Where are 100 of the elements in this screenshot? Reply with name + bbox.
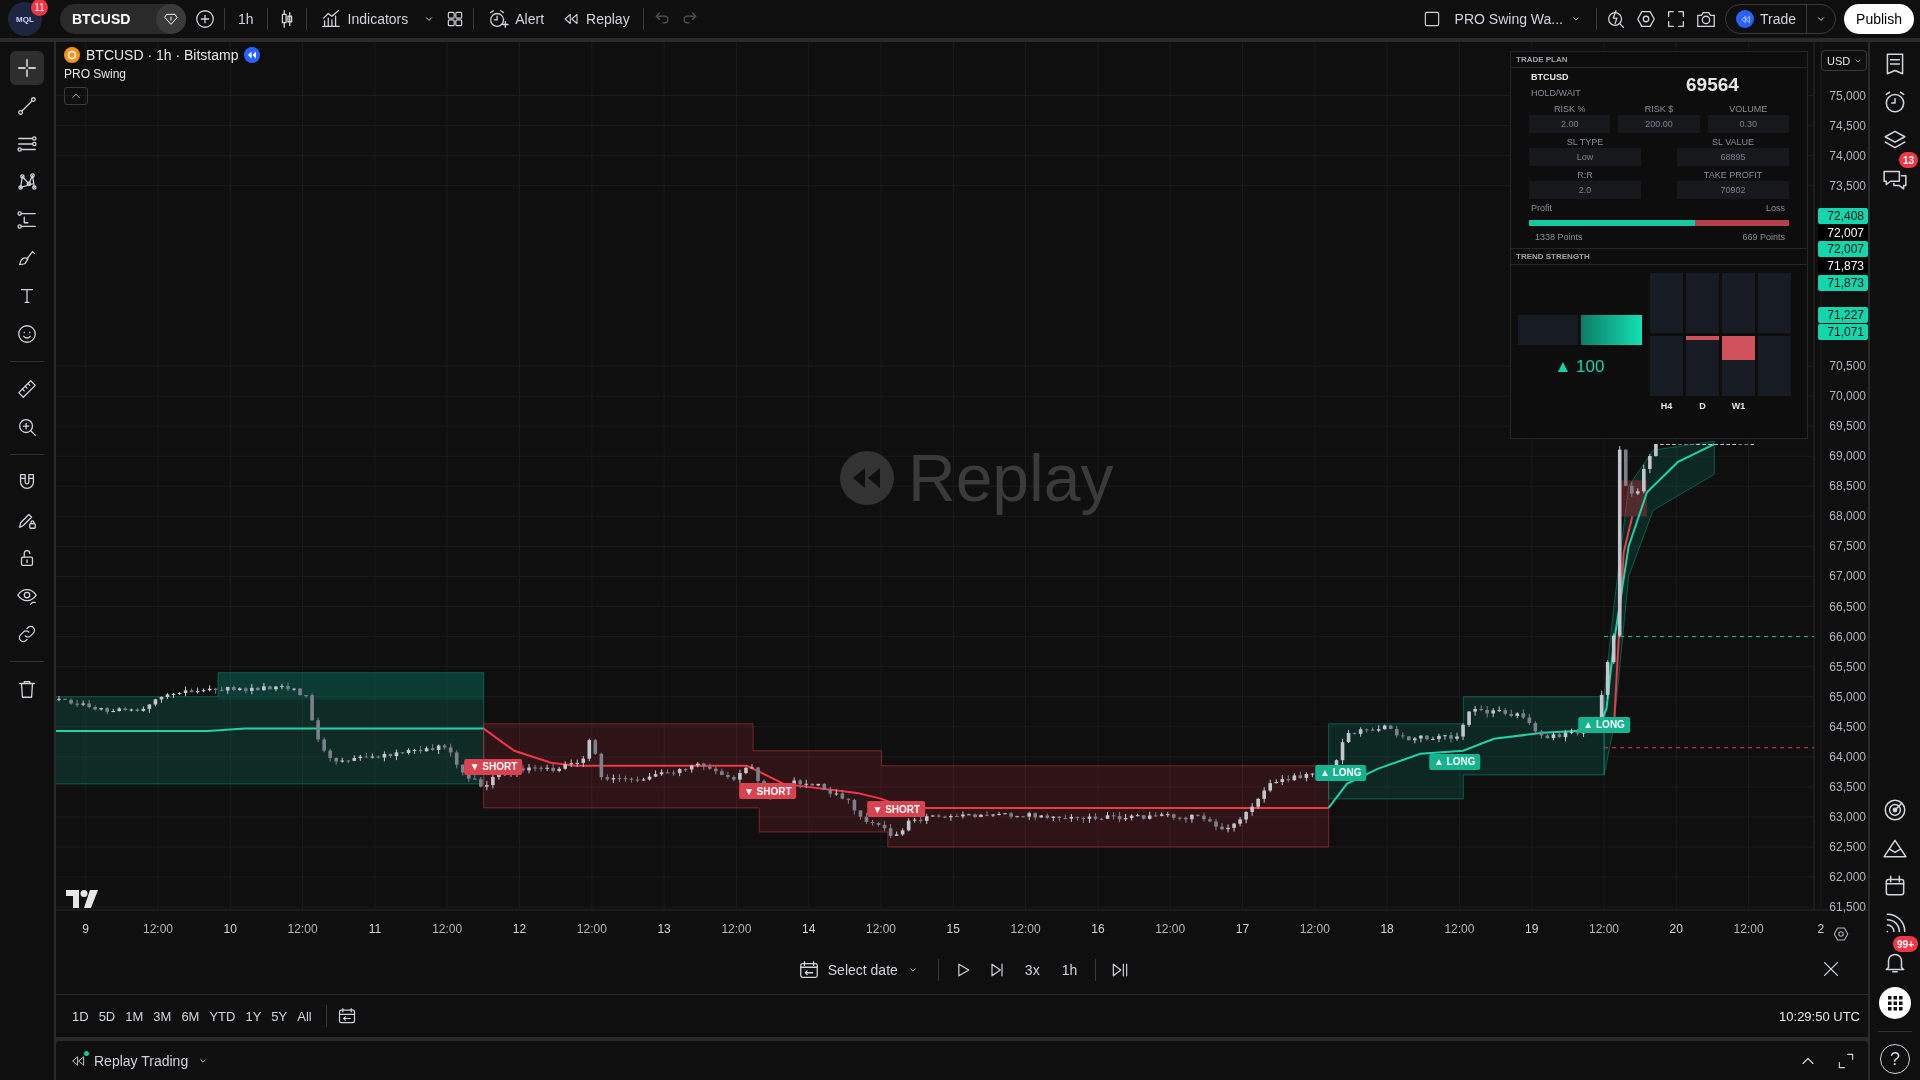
time-axis-label: 13 (656, 922, 672, 936)
currency-dropdown[interactable]: USD (1821, 50, 1867, 71)
range-button[interactable]: YTD (205, 1003, 240, 1029)
field-value: Low (1529, 148, 1641, 166)
signal-label: ▲ LONG (1315, 764, 1367, 781)
range-button[interactable]: 5D (94, 1003, 120, 1029)
notification-badge: 11 (31, 0, 48, 16)
price-axis-label: 61,500 (1828, 900, 1867, 915)
price-axis-label: 73,500 (1828, 178, 1867, 193)
range-button[interactable]: 1D (68, 1003, 93, 1029)
time-axis-label: 15 (945, 922, 961, 936)
field-label: RISK $ (1643, 103, 1675, 115)
replay-button[interactable]: Replay (557, 4, 635, 34)
price-axis-label: 65,000 (1828, 689, 1867, 704)
time-axis-label: 12:00 (286, 922, 319, 936)
time-axis-label: 18 (1379, 922, 1395, 936)
price-axis-label: 70,500 (1828, 359, 1867, 374)
time-axis-label: 16 (1090, 922, 1106, 936)
time-axis-label: 10 (222, 922, 238, 936)
timeframe-label: W1 (1730, 401, 1747, 413)
signal-label: ▼ SHORT (867, 801, 926, 818)
field-value: 200.00 (1618, 115, 1700, 133)
signal-label: ▲ LONG (1428, 753, 1481, 770)
field-value: 2.00 (1529, 115, 1611, 133)
profit-label: Profit (1531, 203, 1552, 213)
price-axis-label: 66,000 (1828, 629, 1867, 644)
range-button[interactable]: 1Y (241, 1003, 266, 1029)
field-label: SL TYPE (1565, 136, 1605, 148)
price-axis-label: 70,000 (1828, 389, 1867, 404)
price-axis-label: 63,000 (1828, 809, 1867, 824)
price-axis-label: 66,500 (1828, 599, 1867, 614)
range-button[interactable]: 6M (177, 1003, 204, 1029)
range-button[interactable]: 5Y (267, 1003, 292, 1029)
select-date-button[interactable]: Select date (793, 954, 924, 985)
signal-label: ▲ LONG (1578, 716, 1630, 733)
price-label: 71,873 (1818, 258, 1868, 274)
field-value: 70902 (1677, 181, 1789, 199)
indicator-name: PRO Swing (64, 67, 127, 81)
price-axis-label: 63,500 (1828, 779, 1867, 794)
timeframe-label: D (1698, 401, 1707, 413)
range-button[interactable]: 3M (149, 1003, 176, 1029)
time-axis-label: 17 (1234, 922, 1251, 936)
price-axis-label: 69,500 (1828, 419, 1867, 434)
speed-button[interactable]: 3x (1020, 954, 1044, 985)
price-axis-label: 67,500 (1828, 539, 1867, 554)
layout-name-button[interactable]: PRO Swing Wa... (1449, 4, 1588, 34)
time-axis-label: 12:00 (1588, 922, 1620, 936)
price-axis-label: 62,500 (1828, 840, 1867, 854)
signal-label: ▼ SHORT (738, 783, 797, 799)
symbol-label: BTCUSD (1531, 72, 1570, 82)
indicators-button[interactable]: Indicators (314, 4, 414, 34)
price-axis-label: 69,000 (1828, 449, 1867, 464)
replay-trading-tab[interactable]: Replay Trading (94, 1046, 211, 1075)
price-axis-label: 62,000 (1828, 870, 1867, 885)
publish-button[interactable]: Publish (1844, 4, 1914, 34)
time-axis-label: 12:00 (865, 922, 897, 936)
time-axis-label: 12:00 (431, 922, 464, 936)
time-axis-label: 12:00 (1154, 922, 1187, 936)
loss-label: Loss (1766, 203, 1785, 213)
panel-title: TRADE PLAN (1511, 52, 1807, 68)
panel-title: TREND STRENGTH (1511, 248, 1807, 265)
field-value: 68895 (1677, 148, 1789, 166)
profit-points: 1338 Points (1535, 232, 1583, 242)
loss-points: 669 Points (1742, 232, 1785, 242)
price-label: 72,007 (1818, 225, 1868, 241)
price-axis-label: 68,500 (1828, 479, 1867, 494)
price-label: 71,873 (1818, 275, 1868, 291)
range-button[interactable]: 1M (121, 1003, 148, 1029)
field-label: VOLUME (1728, 103, 1769, 115)
field-label: TAKE PROFIT (1702, 169, 1764, 181)
field-value: 0.30 (1707, 115, 1789, 133)
range-button[interactable]: All (293, 1003, 316, 1029)
time-axis-label: 9 (81, 922, 91, 936)
interval-button[interactable]: 1h (1057, 954, 1082, 985)
price-axis-label: 74,000 (1828, 148, 1867, 163)
symbol-title: BTCUSD · 1h · Bitstamp (86, 47, 239, 63)
time-axis-label: 12:00 (575, 922, 608, 936)
field-label: R:R (1576, 169, 1594, 181)
entry-price: 69564 (1685, 74, 1740, 96)
clock: 10:29:50 UTC (1779, 1008, 1860, 1024)
price-axis-label: 68,000 (1828, 509, 1867, 524)
time-axis-label: 11 (367, 922, 383, 936)
price-label: 71,071 (1818, 324, 1868, 340)
interval-button[interactable]: 1h (233, 4, 259, 34)
timeframe-label: H4 (1659, 401, 1674, 413)
alert-button[interactable]: Alert (482, 4, 550, 34)
symbol-search-field[interactable]: BTCUSD (60, 4, 186, 34)
price-axis-label: 64,500 (1828, 719, 1867, 734)
field-label: RISK % (1552, 103, 1587, 115)
chat-badge: 13 (1898, 152, 1918, 168)
field-label: SL VALUE (1711, 136, 1755, 148)
time-axis-label: 19 (1524, 922, 1540, 936)
time-axis-label: 12:00 (1009, 922, 1042, 936)
time-axis-label: 12:00 (1298, 922, 1331, 936)
time-axis-label: 12:00 (1443, 922, 1476, 936)
field-value: 2.0 (1529, 181, 1641, 199)
price-axis-label: 74,500 (1828, 118, 1867, 133)
price-axis-label: 75,000 (1828, 88, 1867, 103)
strength-reading: ▲ 100 (1554, 357, 1605, 377)
alerts-badge: 99+ (1893, 936, 1918, 952)
